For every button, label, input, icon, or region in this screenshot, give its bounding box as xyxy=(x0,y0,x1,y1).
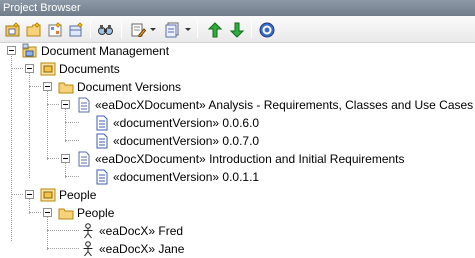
tree-node-document-versions[interactable]: Document Versions xyxy=(58,78,181,96)
document-icon xyxy=(76,151,92,167)
toolbar-separator xyxy=(121,21,122,38)
tree-connector xyxy=(29,72,30,178)
document-icon xyxy=(76,97,92,113)
tree-node-label: «documentVersion» 0.0.1.1 xyxy=(113,170,260,184)
tree-connector xyxy=(47,248,79,249)
tree-node-actor[interactable]: «eaDocX» Jane xyxy=(80,240,184,258)
toolbar xyxy=(0,16,475,43)
edit-dropdown-icon[interactable] xyxy=(128,20,148,40)
tree-node-document[interactable]: «eaDocXDocument» Analysis - Requirements… xyxy=(76,96,473,114)
collapse-toggle[interactable] xyxy=(61,154,70,163)
help-icon[interactable] xyxy=(257,20,277,40)
view-dropdown-arrow[interactable] xyxy=(185,28,191,31)
tree-node-document-version[interactable]: «documentVersion» 0.0.6.0 xyxy=(94,114,259,132)
package-icon xyxy=(40,187,56,203)
tree-node-label: «eaDocX» Jane xyxy=(99,242,185,256)
find-icon[interactable] xyxy=(96,20,116,40)
tree-node-label: People xyxy=(77,206,115,220)
tree-connector xyxy=(65,108,66,142)
folder-icon xyxy=(58,79,74,95)
tree-node-label: «eaDocX» Fred xyxy=(99,224,184,238)
model-root-icon xyxy=(22,43,38,59)
tree-node-label: «eaDocXDocument» Introduction and Initia… xyxy=(95,152,405,166)
tree-connector xyxy=(65,140,79,141)
tree-node-label: «eaDocXDocument» Analysis - Requirements… xyxy=(95,98,474,112)
new-model-icon[interactable] xyxy=(3,20,23,40)
tree-connector xyxy=(29,86,41,87)
tree-node-label: People xyxy=(59,188,97,202)
tree-node-label: Document Management xyxy=(41,44,170,58)
new-element-icon[interactable] xyxy=(66,20,86,40)
collapse-toggle[interactable] xyxy=(43,82,52,91)
collapse-toggle[interactable] xyxy=(43,208,52,217)
toolbar-separator xyxy=(251,21,252,38)
tree-node-actor[interactable]: «eaDocX» Fred xyxy=(80,222,183,240)
edit-dropdown-arrow[interactable] xyxy=(150,28,156,31)
tree-connector xyxy=(11,68,23,69)
tree-node-people-package[interactable]: People xyxy=(40,186,96,204)
actor-icon xyxy=(80,241,96,257)
new-diagram-icon[interactable] xyxy=(45,20,65,40)
new-package-icon[interactable] xyxy=(24,20,44,40)
collapse-toggle[interactable] xyxy=(7,46,16,55)
tree-node-people-folder[interactable]: People xyxy=(58,204,114,222)
tree-node-document-version[interactable]: «documentVersion» 0.0.7.0 xyxy=(94,132,259,150)
document-version-icon xyxy=(94,169,110,185)
tree-node-document-version[interactable]: «documentVersion» 0.0.1.1 xyxy=(94,168,259,186)
toolbar-separator xyxy=(90,21,91,38)
view-dropdown-icon[interactable] xyxy=(163,20,183,40)
project-tree: Document Management Documents Document V… xyxy=(0,42,475,258)
tree-connector xyxy=(47,90,48,160)
tree-connector xyxy=(47,216,48,250)
tree-connector xyxy=(65,176,79,177)
tree-node-document[interactable]: «eaDocXDocument» Introduction and Initia… xyxy=(76,150,405,168)
tree-connector xyxy=(29,212,41,213)
tree-node-label: Document Versions xyxy=(77,80,182,94)
tree-node-label: «documentVersion» 0.0.6.0 xyxy=(113,116,260,130)
actor-icon xyxy=(80,223,96,239)
toolbar-separator xyxy=(197,21,198,38)
collapse-toggle[interactable] xyxy=(25,64,34,73)
tree-connector xyxy=(11,194,23,195)
move-up-icon[interactable] xyxy=(205,20,225,40)
collapse-toggle[interactable] xyxy=(61,100,70,109)
tree-connector xyxy=(47,230,79,231)
tree-connector xyxy=(11,54,12,241)
document-version-icon xyxy=(94,133,110,149)
tree-connector xyxy=(65,122,79,123)
tree-connector xyxy=(47,104,59,105)
tree-node-root[interactable]: Document Management xyxy=(22,42,169,60)
document-version-icon xyxy=(94,115,110,131)
collapse-toggle[interactable] xyxy=(25,190,34,199)
panel-title: Project Browser xyxy=(0,0,475,16)
tree-connector xyxy=(47,158,59,159)
package-icon xyxy=(40,61,56,77)
tree-node-label: «documentVersion» 0.0.7.0 xyxy=(113,134,260,148)
tree-node-documents[interactable]: Documents xyxy=(40,60,120,78)
tree-node-label: Documents xyxy=(59,62,120,76)
folder-icon xyxy=(58,205,74,221)
move-down-icon[interactable] xyxy=(227,20,247,40)
